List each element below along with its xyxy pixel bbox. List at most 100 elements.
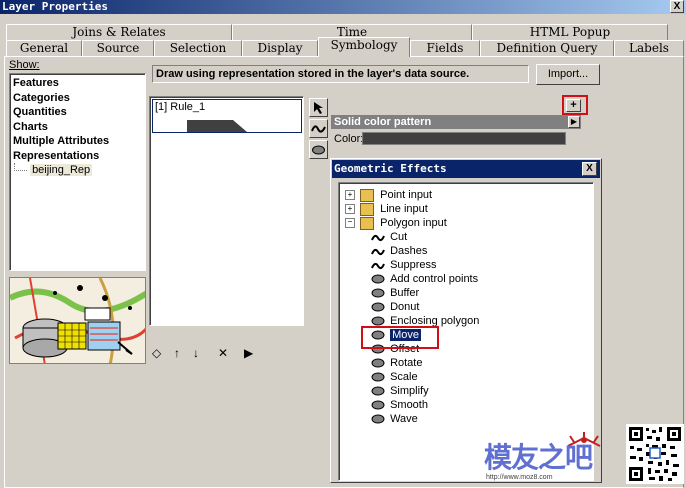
effect-label: Dashes: [390, 245, 428, 257]
tab-general[interactable]: General: [6, 40, 82, 56]
tab-joins-relates[interactable]: Joins & Relates: [6, 24, 232, 40]
effect-cut[interactable]: Cut: [371, 230, 407, 244]
next-icon[interactable]: ▶: [244, 346, 253, 360]
tab-source[interactable]: Source: [82, 40, 154, 56]
polygon-blob-icon: [371, 372, 385, 382]
show-subitem-beijing-rep[interactable]: beijing_Rep: [30, 164, 93, 176]
effect-wave[interactable]: Wave: [371, 412, 418, 426]
tree-group-label: Line input: [380, 203, 428, 215]
pattern-expand-icon[interactable]: ▶: [568, 116, 580, 128]
tab-selection[interactable]: Selection: [154, 40, 242, 56]
squiggle-icon: [371, 249, 385, 256]
tab-fields[interactable]: Fields: [410, 40, 480, 56]
window-title: Layer Properties: [0, 0, 686, 14]
import-button[interactable]: Import...: [536, 64, 600, 85]
polygon-blob-icon: [371, 274, 385, 284]
rule-label: [1] Rule_1: [155, 101, 206, 113]
tab-display[interactable]: Display: [242, 40, 318, 56]
expand-plus-icon[interactable]: +: [345, 204, 355, 215]
effect-label: Scale: [390, 371, 418, 383]
polygon-blob-icon: [371, 386, 385, 396]
color-label: Color:: [334, 133, 364, 145]
rule-symbol-icon: [187, 120, 247, 132]
map-preview-icon: [10, 278, 145, 363]
tree-group-label: Point input: [380, 189, 433, 201]
tab-html-popup[interactable]: HTML Popup: [472, 24, 668, 40]
polygon-blob-icon: [371, 288, 385, 298]
effect-suppress[interactable]: Suppress: [371, 258, 437, 272]
stroke-squiggle-icon: [311, 125, 326, 133]
polygon-blob-icon: [371, 316, 385, 326]
tab-definition-query[interactable]: Definition Query: [480, 40, 614, 56]
effect-add-control-points[interactable]: Add control points: [371, 272, 478, 286]
watermark: 模友之吧 http://www.moz8.com: [484, 432, 608, 486]
tab-symbology[interactable]: Symbology: [318, 37, 410, 57]
tree-connector-icon: [14, 163, 27, 171]
effects-dialog-title: Geometric Effects: [332, 160, 600, 178]
effect-label: Cut: [390, 231, 408, 243]
squiggle-icon: [371, 263, 385, 270]
expand-plus-icon[interactable]: +: [345, 190, 355, 201]
marker-layer-button[interactable]: [309, 98, 328, 117]
watermark-url: http://www.moz8.com: [486, 474, 553, 481]
description-text: Draw using representation stored in the …: [152, 65, 529, 83]
effect-label: Simplify: [390, 385, 429, 397]
effects-dialog-close-button[interactable]: X: [582, 162, 597, 176]
effect-donut[interactable]: Donut: [371, 300, 419, 314]
squiggle-icon: [371, 235, 385, 242]
delete-rule-icon[interactable]: ✕: [218, 346, 228, 360]
effect-simplify[interactable]: Simplify: [371, 384, 429, 398]
folder-icon: [360, 188, 375, 202]
rule-controls: ◇ ↑ ↓ ✕ ▶: [150, 346, 260, 362]
effect-label: Buffer: [390, 287, 420, 299]
tree-group-polygon-input[interactable]: − Polygon input: [345, 216, 447, 230]
effect-label: Add control points: [390, 273, 479, 285]
rule-options-icon[interactable]: ◇: [152, 346, 161, 360]
stroke-layer-button[interactable]: [309, 119, 328, 138]
move-up-icon[interactable]: ↑: [174, 346, 180, 360]
show-item-features[interactable]: Features: [10, 76, 145, 91]
show-item-charts[interactable]: Charts: [10, 120, 145, 135]
effect-buffer[interactable]: Buffer: [371, 286, 419, 300]
tree-group-line-input[interactable]: + Line input: [345, 202, 428, 216]
polygon-blob-icon: [371, 302, 385, 312]
add-effect-button[interactable]: +: [566, 99, 581, 112]
marker-arrow-icon: [314, 102, 323, 114]
effect-label: Rotate: [390, 357, 423, 369]
effect-scale[interactable]: Scale: [371, 370, 418, 384]
polygon-blob-icon: [371, 400, 385, 410]
collapse-minus-icon[interactable]: −: [345, 218, 355, 229]
color-swatch[interactable]: [362, 132, 566, 145]
show-list: Features Categories Quantities Charts Mu…: [9, 73, 146, 271]
show-item-multiple-attributes[interactable]: Multiple Attributes: [10, 134, 145, 149]
tree-group-label: Polygon input: [380, 217, 447, 229]
show-item-representations[interactable]: Representations: [10, 149, 145, 164]
effect-rotate[interactable]: Rotate: [371, 356, 422, 370]
tree-group-point-input[interactable]: + Point input: [345, 188, 432, 202]
effect-smooth[interactable]: Smooth: [371, 398, 428, 412]
folder-open-icon: [360, 216, 375, 230]
effect-label: Wave: [390, 413, 418, 425]
geometric-effects-dialog: Geometric Effects X + Point input + Line…: [330, 158, 602, 483]
fill-layer-button[interactable]: [309, 140, 328, 159]
show-item-categories[interactable]: Categories: [10, 91, 145, 106]
effect-label: Smooth: [390, 399, 428, 411]
effect-dashes[interactable]: Dashes: [371, 244, 427, 258]
fill-blob-icon: [312, 145, 325, 155]
move-down-icon[interactable]: ↓: [193, 346, 199, 360]
qr-code-image: [626, 424, 684, 484]
show-subitem-row[interactable]: beijing_Rep: [10, 163, 145, 178]
polygon-blob-icon: [371, 414, 385, 424]
show-item-quantities[interactable]: Quantities: [10, 105, 145, 120]
effect-label: Donut: [390, 301, 420, 313]
tab-labels[interactable]: Labels: [614, 40, 684, 56]
polygon-blob-icon: [371, 358, 385, 368]
qr-code-icon: [629, 427, 681, 481]
rule-item[interactable]: [1] Rule_1: [152, 99, 302, 133]
move-highlight: [361, 326, 439, 349]
show-label: Show:: [9, 59, 40, 71]
window-close-button[interactable]: X: [670, 0, 684, 13]
pattern-header: Solid color pattern: [331, 115, 581, 129]
rule-list: [1] Rule_1: [149, 96, 304, 326]
folder-icon: [360, 202, 375, 216]
